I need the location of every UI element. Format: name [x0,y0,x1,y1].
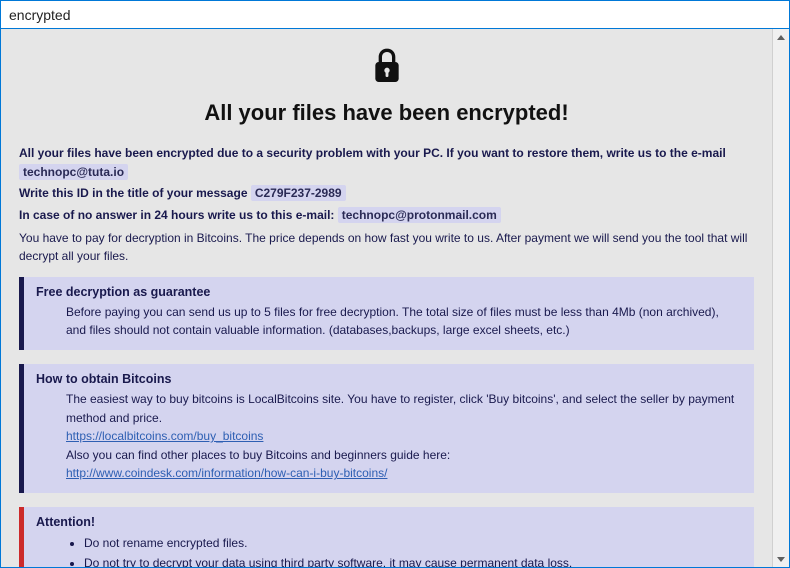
lock-icon [370,74,404,91]
intro-line-3-text: In case of no answer in 24 hours write u… [19,208,334,222]
list-item: Do not rename encrypted files. [84,533,742,553]
btc-line-2: Also you can find other places to buy Bi… [66,446,742,465]
vertical-scrollbar[interactable] [772,29,789,567]
btc-link-2[interactable]: http://www.coindesk.com/information/how-… [66,466,387,480]
window-title: encrypted [9,7,70,23]
intro-line-1: All your files have been encrypted due t… [19,144,754,182]
section-free-body: Before paying you can send us up to 5 fi… [36,303,742,340]
email-2: technopc@protonmail.com [338,207,501,223]
payment-note: You have to pay for decryption in Bitcoi… [19,229,754,265]
scroll-down-arrow[interactable] [773,550,790,567]
content-area: All your files have been encrypted! All … [1,29,772,567]
btc-link-1[interactable]: https://localbitcoins.com/buy_bitcoins [66,429,263,443]
list-item: Do not try to decrypt your data using th… [84,553,742,567]
section-free-decryption: Free decryption as guarantee Before payi… [19,277,754,350]
btc-line-1: The easiest way to buy bitcoins is Local… [66,390,742,427]
scroll-up-arrow[interactable] [773,29,790,46]
intro-line-3: In case of no answer in 24 hours write u… [19,206,754,225]
section-attention: Attention! Do not rename encrypted files… [19,507,754,567]
intro-line-1-text: All your files have been encrypted due t… [19,146,726,160]
section-obtain-bitcoins: How to obtain Bitcoins The easiest way t… [19,364,754,493]
intro-line-2-text: Write this ID in the title of your messa… [19,186,248,200]
window-titlebar: encrypted [1,1,789,29]
section-btc-body: The easiest way to buy bitcoins is Local… [36,390,742,483]
section-btc-title: How to obtain Bitcoins [36,372,742,386]
section-attn-title: Attention! [36,515,742,529]
section-free-title: Free decryption as guarantee [36,285,742,299]
viewport: All your files have been encrypted! All … [1,29,789,567]
page-title: All your files have been encrypted! [19,100,754,126]
intro-line-2: Write this ID in the title of your messa… [19,184,754,203]
email-1: technopc@tuta.io [19,164,128,180]
message-id: C279F237-2989 [251,185,346,201]
lock-wrap [19,47,754,92]
attention-bullets: Do not rename encrypted files. Do not tr… [36,533,742,567]
